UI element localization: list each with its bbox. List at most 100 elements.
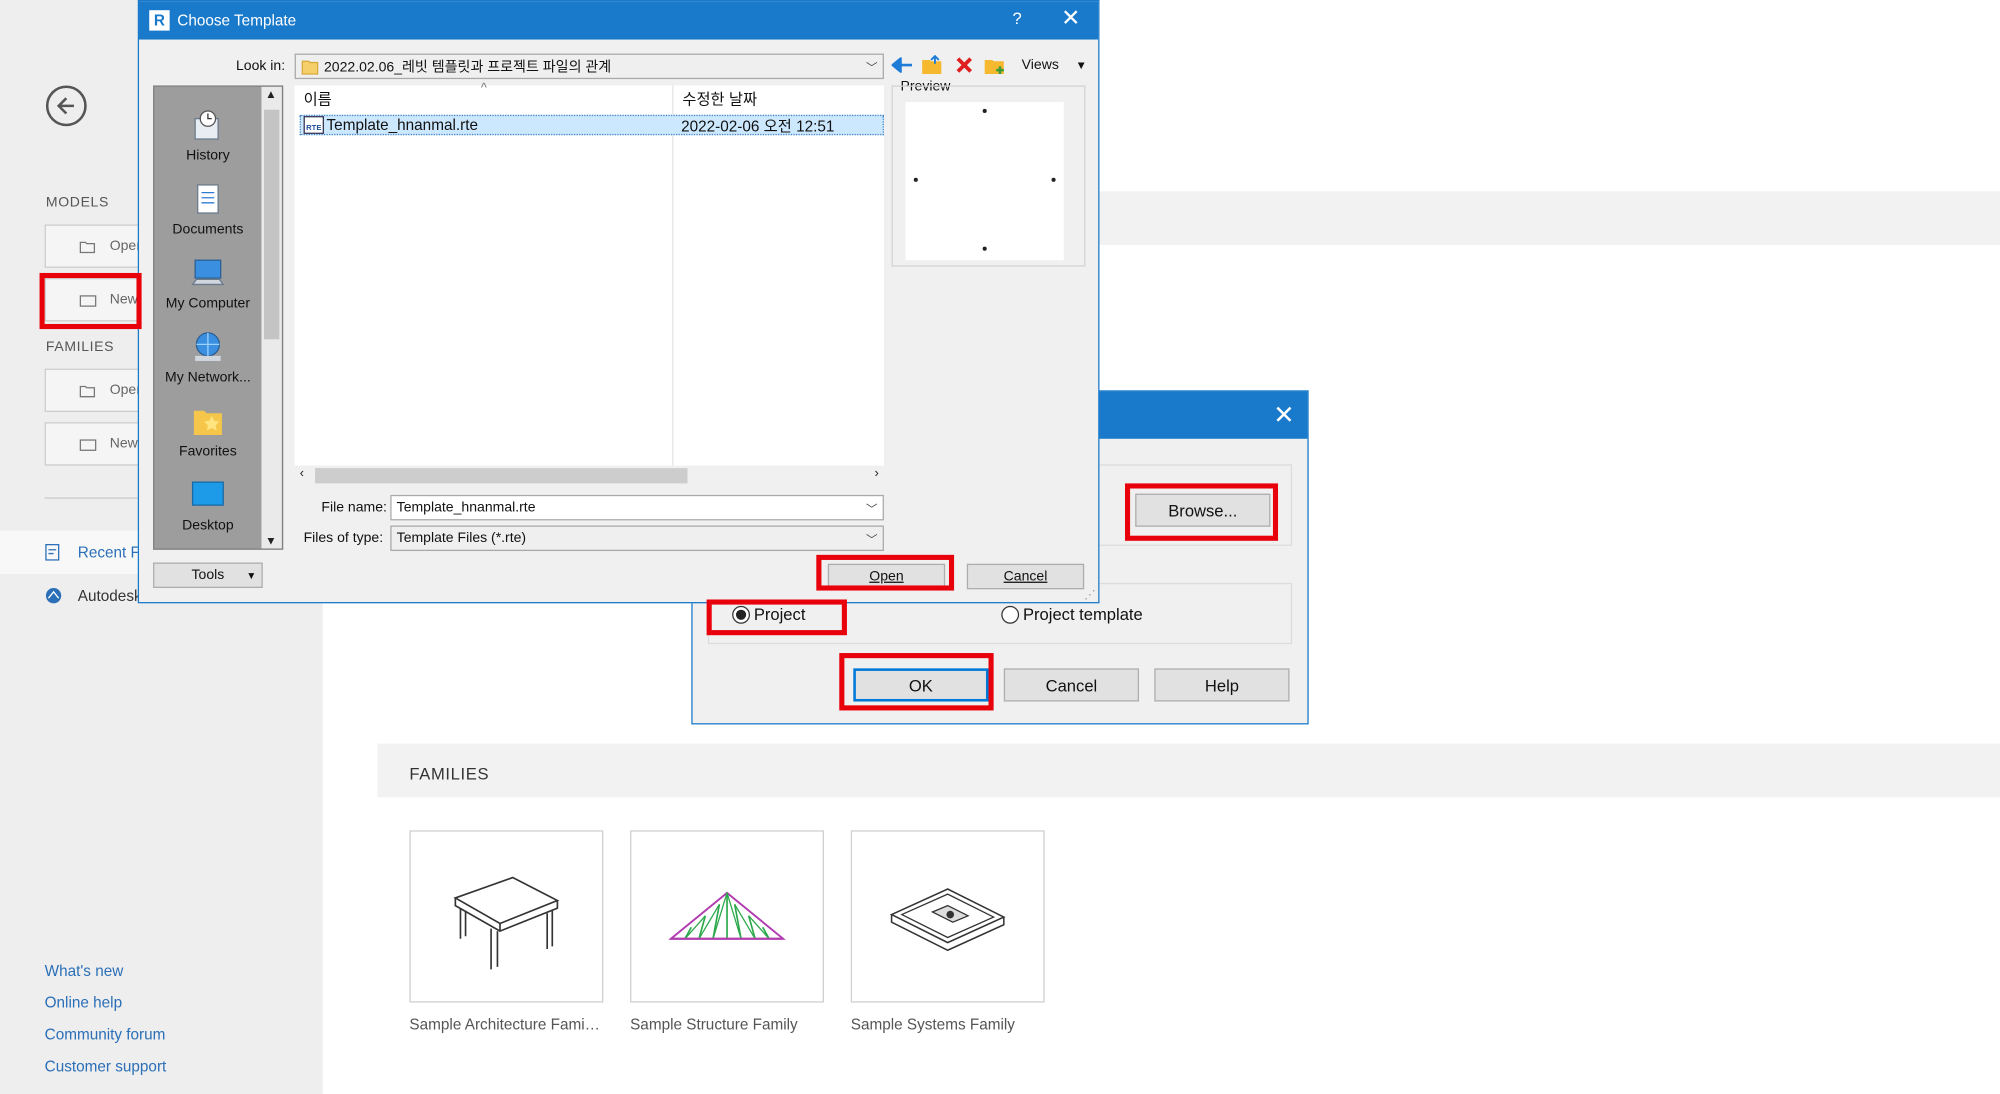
place-label: My Network...	[165, 369, 251, 386]
scrollbar-thumb[interactable]	[315, 468, 688, 484]
scrollbar-thumb[interactable]	[264, 109, 280, 340]
link-whats-new[interactable]: What's new	[45, 962, 167, 980]
file-name-value: Template_hnanmal.rte	[396, 499, 536, 516]
ok-button[interactable]: OK	[853, 668, 989, 702]
file-modified-cell: 2022-02-06 오전 12:51	[681, 116, 835, 135]
favorites-icon	[193, 410, 222, 435]
caret-down-icon: ▼	[1075, 58, 1087, 72]
up-folder-icon[interactable]	[921, 54, 944, 77]
autodesk-docs-icon	[45, 588, 62, 604]
column-header-modified[interactable]: 수정한 날짜	[682, 85, 757, 111]
folder-open-icon	[79, 241, 96, 253]
column-name-label: 이름	[303, 89, 332, 108]
family-card-systems[interactable]	[850, 830, 1045, 1003]
place-my-network[interactable]: My Network...	[154, 314, 261, 388]
family-card-caption: Sample Architecture Fami…	[409, 1015, 600, 1034]
cancel-label: Cancel	[1003, 568, 1048, 585]
family-card-caption: Sample Systems Family	[850, 1015, 1015, 1034]
column-modified-label: 수정한 날짜	[682, 89, 758, 108]
views-button[interactable]: Views ▼	[1022, 57, 1087, 72]
cancel-button[interactable]: Cancel	[966, 563, 1085, 590]
files-of-type-dropdown[interactable]: Template Files (*.rte) ﹀	[390, 525, 884, 552]
files-of-type-label: Files of type:	[303, 530, 384, 546]
file-list-hscrollbar[interactable]: ‹ ›	[294, 465, 884, 486]
preview-panel	[891, 85, 1086, 267]
file-name-cell: Template_hnanmal.rte	[326, 116, 478, 134]
place-favorites[interactable]: Favorites	[154, 388, 261, 462]
documents-icon	[197, 184, 219, 214]
history-icon	[194, 110, 219, 140]
ok-label: OK	[908, 675, 933, 695]
radio-project-template[interactable]: Project template	[1001, 605, 1143, 624]
place-documents[interactable]: Documents	[154, 166, 261, 240]
revit-app-icon: R	[149, 10, 170, 31]
folder-open-icon	[79, 385, 96, 397]
place-label: Favorites	[179, 443, 237, 460]
open-label: Open	[869, 568, 904, 585]
families-band	[377, 743, 2000, 798]
link-community-forum[interactable]: Community forum	[45, 1026, 167, 1044]
help-icon[interactable]: ?	[1012, 9, 1021, 28]
place-label: My Computer	[165, 295, 251, 312]
rte-file-icon: RTE	[303, 116, 324, 134]
places-bar: History Documents My Computer My Network…	[153, 85, 284, 550]
cancel-button[interactable]: Cancel	[1003, 668, 1140, 702]
place-my-computer[interactable]: My Computer	[154, 240, 261, 314]
column-divider[interactable]	[672, 85, 674, 466]
families-section-title: FAMILIES	[409, 764, 490, 784]
look-in-label: Look in:	[235, 58, 286, 74]
link-online-help[interactable]: Online help	[45, 994, 167, 1012]
dialog-title: Choose Template	[177, 11, 297, 30]
file-list: 이름 ^ 수정한 날짜 RTE Template_hnanmal.rte 202…	[294, 82, 884, 486]
close-icon[interactable]: ✕	[1273, 399, 1294, 431]
family-card-architecture[interactable]	[409, 830, 604, 1003]
place-history[interactable]: History	[154, 92, 261, 166]
place-label: Desktop	[182, 517, 234, 534]
browse-label: Browse...	[1168, 500, 1238, 520]
scroll-up-icon[interactable]: ▲	[265, 88, 276, 101]
family-card-caption: Sample Structure Family	[630, 1015, 798, 1034]
table-row[interactable]: RTE Template_hnanmal.rte 2022-02-06 오전 1…	[299, 114, 884, 136]
back-icon[interactable]	[890, 54, 913, 77]
help-links: What's new Online help Community forum C…	[45, 962, 167, 1076]
chevron-down-icon[interactable]: ﹀	[866, 500, 877, 517]
delete-icon[interactable]	[953, 54, 976, 77]
tools-label: Tools	[191, 567, 225, 583]
close-icon[interactable]: ✕	[1061, 5, 1080, 32]
folder-new-icon	[79, 294, 97, 307]
family-card-structure[interactable]	[630, 830, 824, 1003]
choose-template-titlebar: R Choose Template ? ✕	[139, 1, 1099, 40]
truss-family-icon	[668, 890, 786, 940]
browse-button[interactable]: Browse...	[1135, 493, 1271, 527]
column-header-name[interactable]: 이름	[304, 85, 332, 111]
place-desktop[interactable]: Desktop	[154, 462, 261, 536]
link-customer-support[interactable]: Customer support	[45, 1057, 167, 1075]
screen: MODELS Open… New… FAMILIES Open… New… Re…	[0, 0, 2000, 1094]
radio-selected-icon	[732, 605, 750, 624]
place-label: History	[186, 147, 230, 164]
folder-new-icon	[79, 438, 97, 451]
places-scrollbar[interactable]: ▲ ▼	[261, 86, 282, 549]
radio-template-label: Project template	[1022, 604, 1143, 624]
look-in-dropdown[interactable]: 2022.02.06_레빗 템플릿과 프로젝트 파일의 관계 ﹀	[294, 53, 884, 80]
new-folder-icon[interactable]	[983, 54, 1006, 77]
chevron-down-icon: ﹀	[866, 61, 878, 74]
choose-template-dialog: R Choose Template ? ✕ Look in: 2022.02.0…	[137, 0, 1100, 604]
file-name-input[interactable]: Template_hnanmal.rte ﹀	[390, 494, 884, 521]
help-button[interactable]: Help	[1154, 668, 1290, 702]
radio-project-label: Project	[753, 604, 806, 624]
cancel-label: Cancel	[1045, 675, 1098, 695]
file-name-label: File name:	[321, 499, 387, 516]
resize-grip-icon[interactable]: ⋰	[1084, 588, 1095, 602]
models-section-label: MODELS	[45, 195, 110, 211]
scroll-left-icon[interactable]: ‹	[300, 467, 304, 481]
back-arrow-icon[interactable]	[45, 85, 87, 127]
place-label: Documents	[172, 221, 244, 238]
tools-button[interactable]: Tools ▼	[153, 562, 263, 589]
scroll-right-icon[interactable]: ›	[875, 467, 879, 481]
desktop-icon	[191, 481, 224, 506]
radio-project[interactable]: Project	[732, 605, 805, 624]
caret-down-icon: ▼	[246, 569, 257, 581]
scroll-down-icon[interactable]: ▼	[265, 534, 276, 547]
open-button[interactable]: Open	[827, 563, 946, 590]
